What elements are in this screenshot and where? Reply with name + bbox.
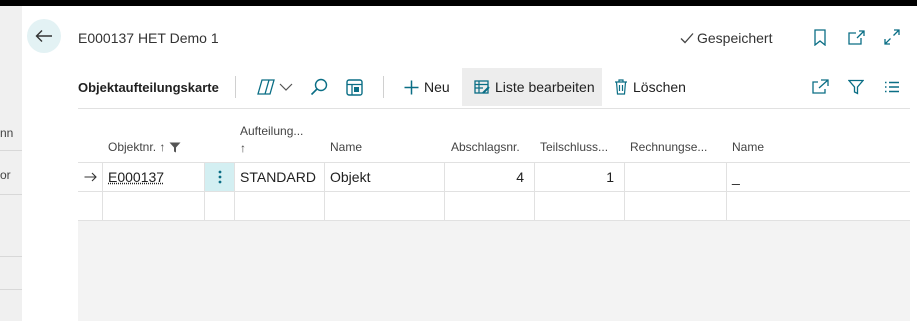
cell-name-2[interactable] [727,192,910,220]
row-indicator [78,163,103,191]
new-button[interactable]: Neu [404,68,450,106]
background-divider [0,150,22,151]
bookmark-button[interactable] [811,28,829,46]
checkmark-icon [680,33,694,44]
plus-icon [404,80,419,94]
column-header-name-2[interactable]: Name [732,140,764,154]
background-divider [0,289,22,290]
background-page: nn or [0,6,22,321]
column-header-label: Aufteilung... [240,124,304,138]
back-arrow-icon [35,30,52,42]
edit-list-label: Liste bearbeiten [495,79,595,95]
column-header-name[interactable]: Name [330,140,362,154]
background-text-fragment: nn [0,126,14,140]
column-header-teilschluss[interactable]: Teilschluss... [540,140,608,154]
page-name-tab[interactable]: Objektaufteilungskarte [78,68,219,106]
background-divider [0,256,22,257]
cell-row-menu [205,192,235,220]
open-new-window-button[interactable] [847,28,865,46]
filter-icon [848,79,864,95]
cell-aufteilung[interactable] [235,192,325,220]
more-options-icon [218,170,221,184]
chevron-down-icon [279,83,293,91]
table-header: Objektnr. ↑ Aufteilung... ↑ Name Abschla… [78,112,910,163]
edit-list-icon [474,79,490,94]
toolbar-divider [383,76,384,98]
list-view-button[interactable] [884,68,900,106]
cell-objektnr[interactable] [103,192,205,220]
filter-icon [169,142,181,152]
background-divider [0,194,22,195]
objektnr-link[interactable]: E000137 [108,169,164,185]
cell-name-2[interactable]: _ [727,163,910,191]
column-header-abschlagsnr[interactable]: Abschlagsnr. [451,140,520,154]
edit-list-button[interactable]: Liste bearbeiten [462,68,602,106]
list-view-icon [885,81,899,93]
delete-button-label: Löschen [633,79,686,95]
cell-name[interactable] [325,192,445,220]
cell-teilschluss[interactable] [535,192,625,220]
cell-abschlagsnr[interactable] [445,192,535,220]
column-header-objektnr[interactable]: Objektnr. ↑ [108,140,181,154]
table-row-empty[interactable] [78,192,910,221]
expand-icon [884,29,900,45]
layout-button[interactable] [346,68,363,106]
back-button[interactable] [27,19,61,53]
row-more-options-button[interactable] [205,163,235,191]
saved-status-label: Gespeichert [697,30,773,46]
cell-aufteilung[interactable]: STANDARD [235,163,325,191]
column-header-label: Objektnr. ↑ [108,140,166,154]
page-name: Objektaufteilungskarte [78,79,219,95]
table-body: E000137 STANDARD Objekt 4 1 _ [78,163,910,321]
open-new-window-icon [847,29,865,45]
search-icon [310,78,328,96]
cell-objektnr[interactable]: E000137 [103,163,205,191]
share-icon [812,79,829,94]
copilot-button[interactable] [256,68,293,106]
delete-button[interactable]: Löschen [614,68,686,106]
page-title: E000137 HET Demo 1 [78,30,219,46]
column-header-rechnungse[interactable]: Rechnungse... [630,140,707,154]
toolbar-divider [235,76,236,98]
filter-button[interactable] [848,68,864,106]
cell-abschlagsnr[interactable]: 4 [445,163,535,191]
action-bar: Objektaufteilungskarte Neu Liste bearbei… [78,68,910,109]
background-text-fragment: or [0,168,11,182]
copilot-icon [257,79,275,95]
row-indicator [78,192,103,220]
new-button-label: Neu [424,79,450,95]
share-button[interactable] [811,68,829,106]
saved-status: Gespeichert [680,30,772,46]
layout-icon [346,78,363,96]
search-button[interactable] [310,68,328,106]
cell-name[interactable]: Objekt [325,163,445,191]
cell-teilschluss[interactable]: 1 [535,163,625,191]
cell-rechnungse[interactable] [625,163,727,191]
expand-button[interactable] [883,28,901,46]
table-row[interactable]: E000137 STANDARD Objekt 4 1 _ [78,163,910,192]
sort-indicator: ↑ [240,141,246,155]
bookmark-icon [814,28,826,46]
row-arrow-icon [84,172,97,182]
trash-icon [615,79,627,95]
cell-rechnungse[interactable] [625,192,727,220]
column-header-aufteilung[interactable]: Aufteilung... ↑ [240,124,303,155]
